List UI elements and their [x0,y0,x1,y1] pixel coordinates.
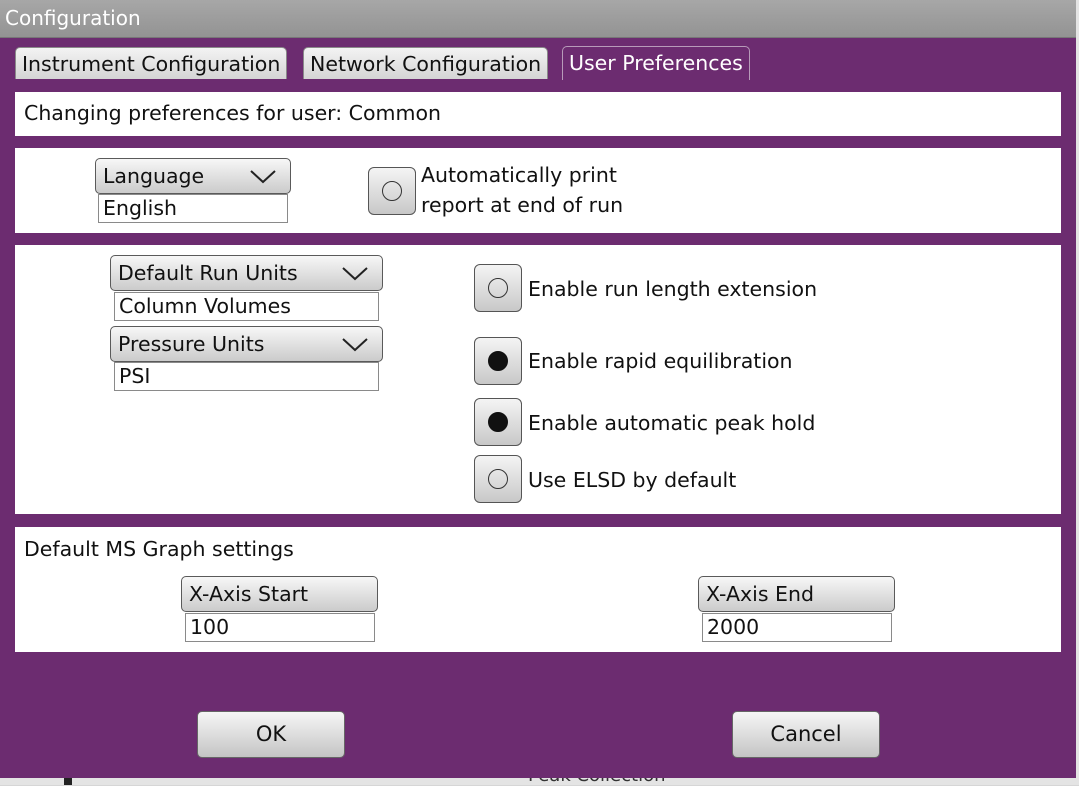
radio-on-icon [488,412,508,432]
x-axis-start-value[interactable]: 100 [185,613,375,642]
ok-button[interactable]: OK [197,711,345,758]
auto-print-toggle[interactable] [368,167,416,215]
run-length-extension-label: Enable run length extension [528,277,818,301]
auto-print-label-line1: Automatically print [421,163,617,187]
run-length-extension-toggle[interactable] [474,264,522,312]
x-axis-start-button[interactable]: X-Axis Start [181,576,378,612]
language-panel: Language English Automatically print rep… [15,148,1061,233]
run-units-dropdown-label: Default Run Units [118,261,298,285]
radio-on-icon [488,351,508,371]
x-axis-end-value[interactable]: 2000 [702,613,892,642]
rapid-equilibration-label: Enable rapid equilibration [528,349,793,373]
run-units-value: Column Volumes [114,292,379,321]
rapid-equilibration-toggle[interactable] [474,337,522,385]
pressure-units-dropdown-label: Pressure Units [118,332,265,356]
chevron-down-icon [342,338,368,352]
ms-graph-panel: Default MS Graph settings X-Axis Start 1… [15,527,1061,652]
configuration-dialog: Configuration Instrument Configuration N… [0,0,1076,778]
ms-graph-title: Default MS Graph settings [24,537,294,561]
cancel-button[interactable]: Cancel [732,711,880,758]
run-settings-panel: Default Run Units Column Volumes Pressur… [15,245,1061,514]
automatic-peak-hold-label: Enable automatic peak hold [528,411,816,435]
user-header-panel: Changing preferences for user: Common [15,92,1061,136]
run-units-dropdown[interactable]: Default Run Units [110,255,383,291]
tab-network-configuration[interactable]: Network Configuration [303,47,549,79]
elsd-default-label: Use ELSD by default [528,468,737,492]
radio-off-icon [382,181,402,201]
language-dropdown[interactable]: Language [95,158,291,194]
auto-print-label-line2: report at end of run [421,193,624,217]
chevron-down-icon [342,267,368,281]
radio-off-icon [488,278,508,298]
tab-user-preferences[interactable]: User Preferences [562,46,750,80]
tab-instrument-configuration[interactable]: Instrument Configuration [15,47,288,79]
pressure-units-dropdown[interactable]: Pressure Units [110,326,383,362]
radio-off-icon [488,469,508,489]
language-dropdown-label: Language [103,164,205,188]
language-value: English [98,194,288,223]
chevron-down-icon [250,170,276,184]
user-header-text: Changing preferences for user: Common [24,101,441,125]
x-axis-end-button[interactable]: X-Axis End [698,576,895,612]
window-title: Configuration [5,6,141,30]
automatic-peak-hold-toggle[interactable] [474,398,522,446]
title-bar[interactable]: Configuration [0,0,1076,38]
elsd-default-toggle[interactable] [474,455,522,503]
pressure-units-value: PSI [114,362,379,391]
